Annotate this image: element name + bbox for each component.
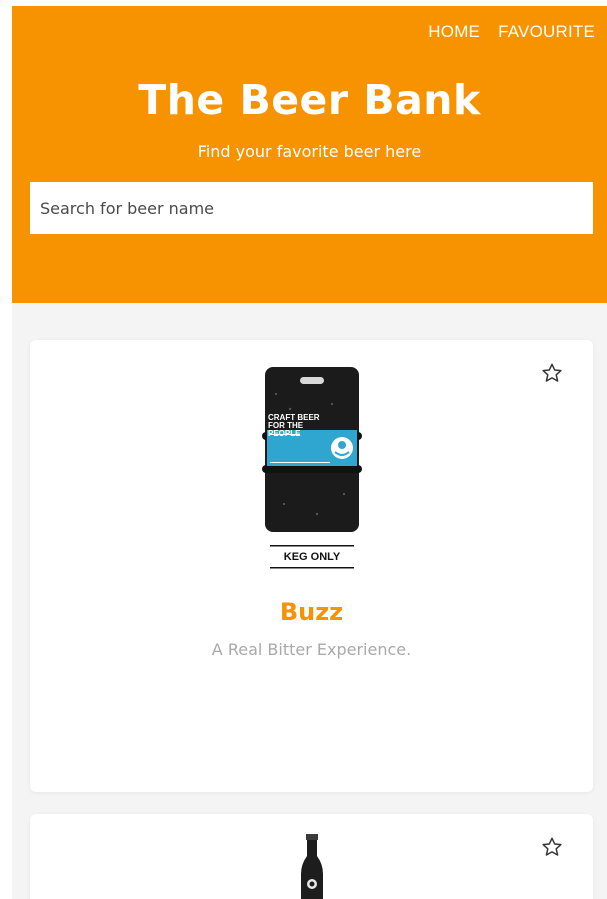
bottle-icon (301, 834, 323, 899)
top-nav: HOME FAVOURITE (428, 22, 595, 42)
beer-card[interactable]: CRAFT BEER FOR THE PEOPLE KEG ONLY Buzz … (30, 340, 593, 792)
nav-favourite-link[interactable]: FAVOURITE (498, 22, 595, 42)
page-subtitle: Find your favorite beer here (197, 142, 422, 161)
keg-sticker-text: CRAFT BEER FOR THE PEOPLE (268, 413, 320, 438)
favourite-star-icon[interactable] (541, 362, 563, 384)
page-title: The Beer Bank (138, 76, 481, 124)
beer-tagline: A Real Bitter Experience. (211, 640, 412, 659)
header-banner: HOME FAVOURITE The Beer Bank Find your f… (12, 6, 607, 303)
page: HOME FAVOURITE The Beer Bank Find your f… (12, 6, 607, 899)
favourite-star-icon[interactable] (541, 836, 563, 858)
nav-home-link[interactable]: HOME (428, 22, 480, 42)
search-input[interactable] (30, 182, 593, 234)
beer-card[interactable] (30, 814, 593, 899)
beer-name: Buzz (279, 598, 344, 626)
keg-label: KEG ONLY (283, 551, 341, 563)
keg-icon (262, 367, 362, 569)
